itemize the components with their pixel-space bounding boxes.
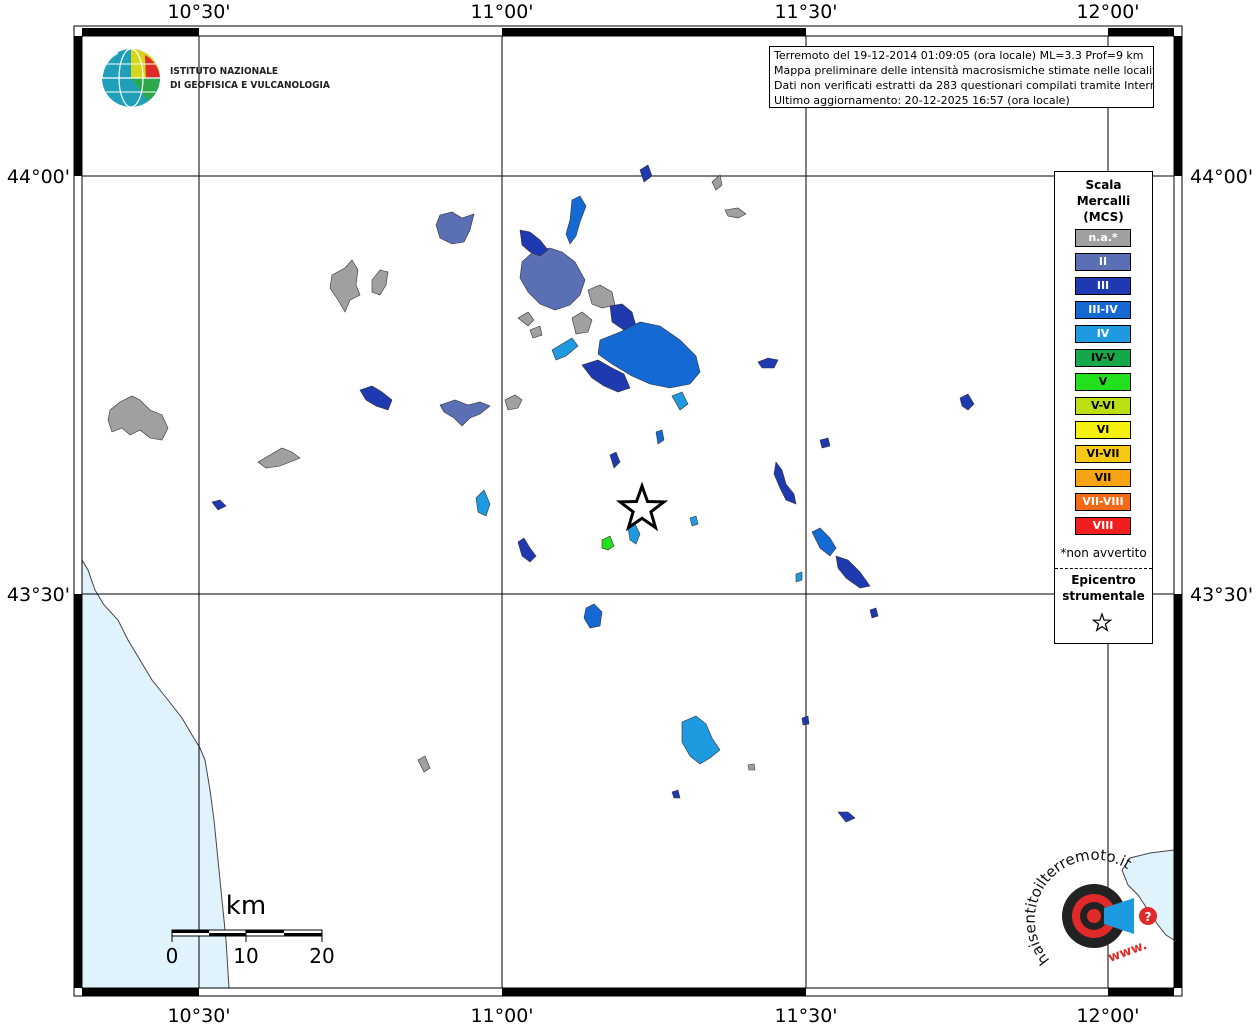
lon-label-bottom-3: 11°30' (774, 1005, 837, 1024)
info-line-3: Dati non verificati estratti da 283 ques… (774, 79, 1154, 92)
map-area (82, 36, 1174, 988)
legend-item: II (1075, 253, 1131, 271)
lon-label-bottom-4: 12°00' (1076, 1005, 1139, 1024)
org-name-line1: ISTITUTO NAZIONALE (170, 66, 278, 77)
lon-label-top-1: 10°30' (167, 1, 230, 23)
lon-label-top-3: 11°30' (774, 1, 837, 23)
legend-item: IV-V (1075, 349, 1131, 367)
legend-divider (1055, 568, 1152, 569)
legend-item: VI (1075, 421, 1131, 439)
scale-tick-10: 10 (233, 944, 258, 968)
lat-label-right-2: 43°30' (1190, 584, 1253, 606)
lon-label-top-2: 11°00' (470, 1, 533, 23)
svg-text:?: ? (1145, 910, 1152, 924)
legend-item: IV (1075, 325, 1131, 343)
legend-item: V-VI (1075, 397, 1131, 415)
legend-item: V (1075, 373, 1131, 391)
lon-label-top-4: 12°00' (1076, 1, 1139, 23)
legend-item: III-IV (1075, 301, 1131, 319)
info-line-2: Mappa preliminare delle intensità macros… (774, 64, 1154, 77)
legend-item: VII (1075, 469, 1131, 487)
legend-title: Scala Mercalli (MCS) (1076, 178, 1131, 224)
info-line-1: Terremoto del 19-12-2014 01:09:05 (ora l… (774, 49, 1144, 62)
lat-label-left-2: 43°30' (7, 584, 70, 606)
intensity-legend: Scala Mercalli (MCS) n.a.* II III III-IV IV I… (1054, 171, 1153, 644)
lon-label-bottom-1: 10°30' (167, 1005, 230, 1024)
legend-note: *non avvertito (1060, 546, 1147, 560)
scale-tick-0: 0 (166, 944, 179, 968)
scale-tick-20: 20 (309, 944, 334, 968)
legend-item: III (1075, 277, 1131, 295)
info-line-4: Ultimo aggiornamento: 20-12-2025 16:57 (… (774, 94, 1070, 107)
legend-item: VIII (1075, 517, 1131, 535)
lat-label-left-1: 44°00' (7, 166, 70, 188)
scale-unit: km (226, 891, 266, 921)
legend-item: n.a.* (1075, 229, 1131, 247)
event-info-box: Terremoto del 19-12-2014 01:09:05 (ora l… (769, 46, 1154, 108)
lat-label-right-1: 44°00' (1190, 166, 1253, 188)
org-name-line2: DI GEOFISICA E VULCANOLOGIA (170, 80, 330, 91)
star-icon (1091, 612, 1113, 632)
legend-item: VII-VIII (1075, 493, 1131, 511)
legend-epicenter-label: Epicentro strumentale (1062, 573, 1145, 603)
lon-label-bottom-2: 11°00' (470, 1005, 533, 1024)
legend-item: VI-VII (1075, 445, 1131, 463)
